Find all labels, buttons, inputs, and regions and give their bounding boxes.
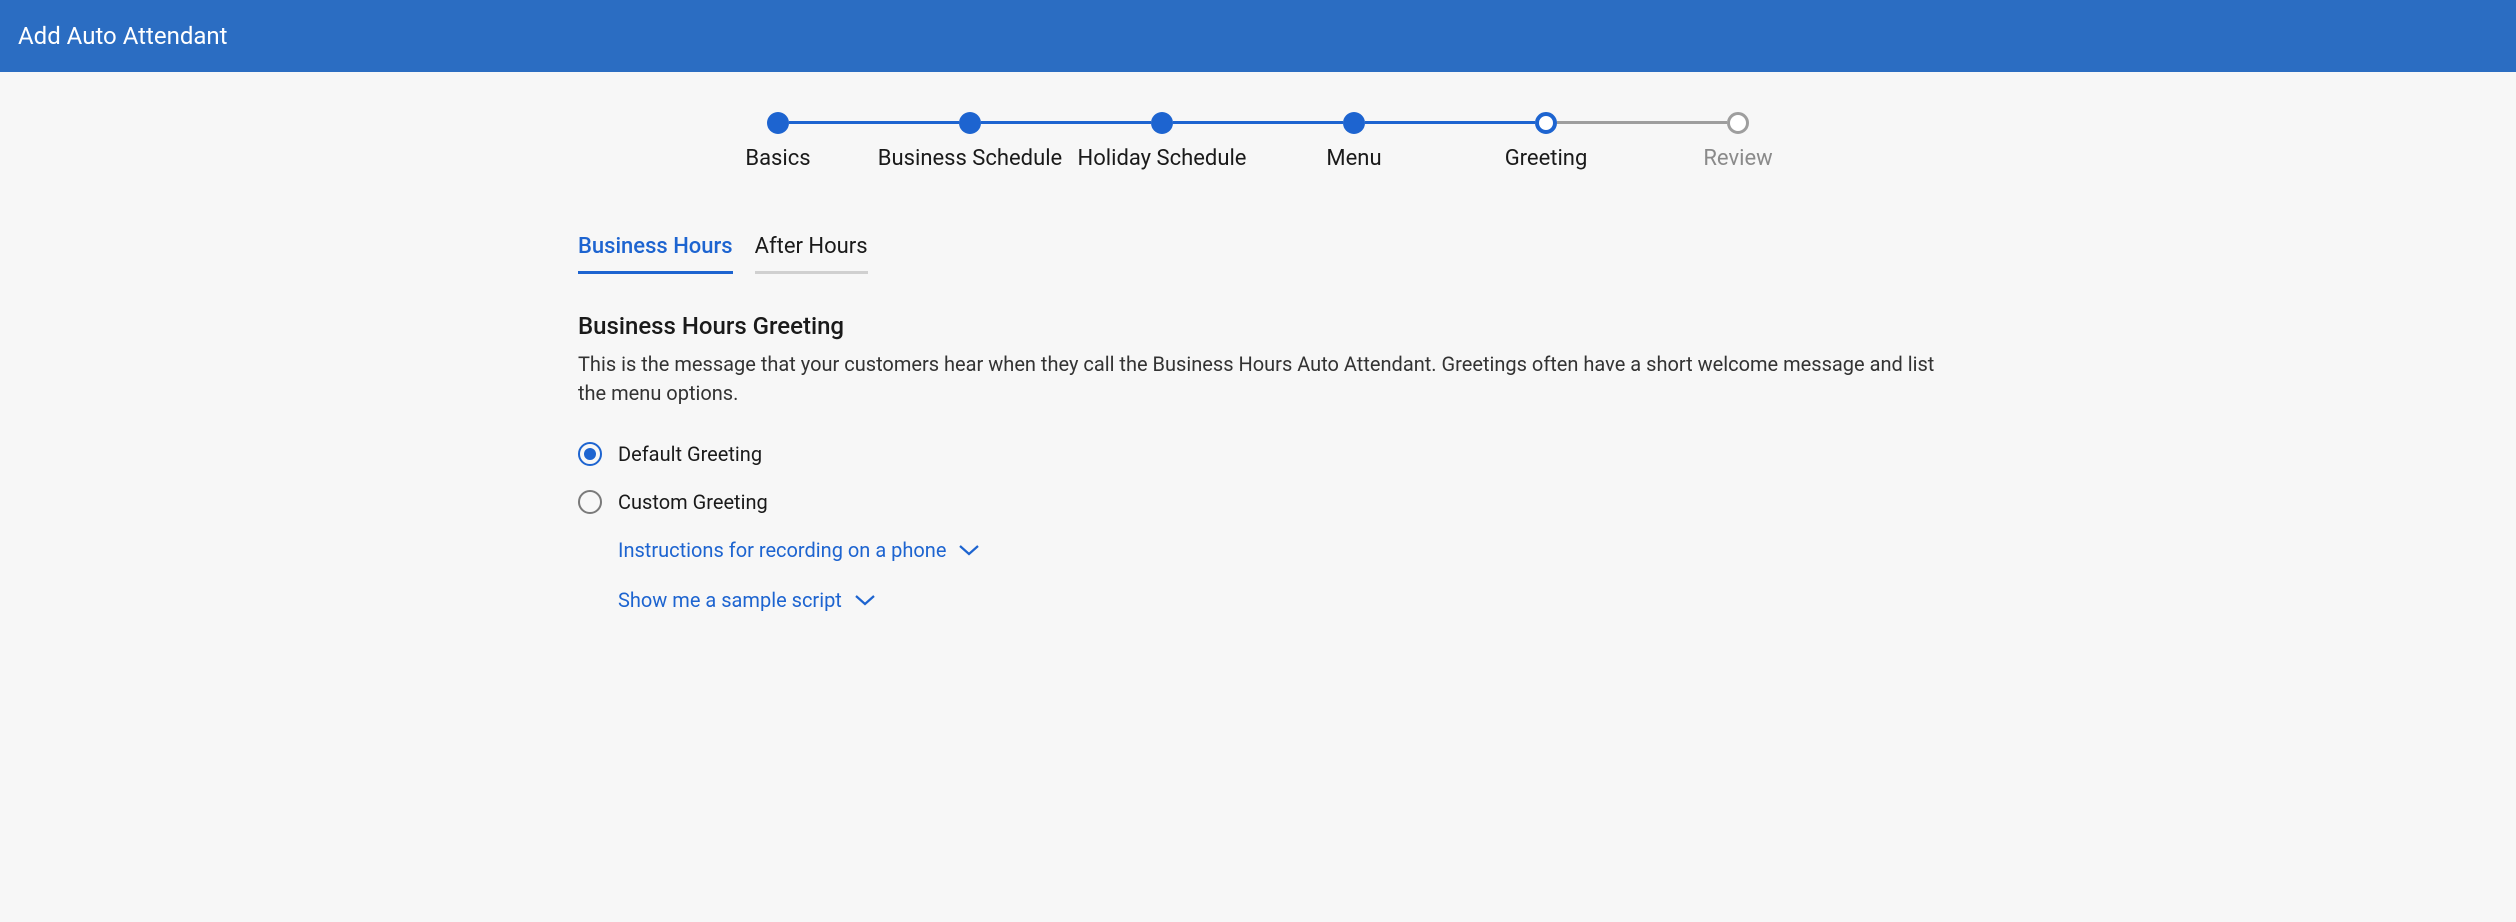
step-menu[interactable]: Menu: [1343, 112, 1365, 134]
radio-label: Custom Greeting: [618, 490, 768, 514]
link-label: Show me a sample script: [618, 588, 842, 612]
step-connector: [1365, 121, 1535, 124]
section-title: Business Hours Greeting: [578, 312, 1938, 340]
step-connector: [789, 121, 959, 124]
step-dot-icon: [767, 112, 789, 134]
step-connector: [1173, 121, 1343, 124]
link-recording-instructions[interactable]: Instructions for recording on a phone: [618, 538, 1938, 562]
greeting-tabs: Business Hours After Hours: [578, 234, 1938, 274]
page-title: Add Auto Attendant: [18, 22, 228, 50]
greeting-type-radio-group: Default Greeting Custom Greeting: [578, 442, 1938, 514]
tab-business-hours[interactable]: Business Hours: [578, 234, 733, 274]
link-sample-script[interactable]: Show me a sample script: [618, 588, 1938, 612]
step-label: Greeting: [1505, 146, 1588, 171]
tab-after-hours[interactable]: After Hours: [755, 234, 868, 274]
link-label: Instructions for recording on a phone: [618, 538, 946, 562]
main-content: Business Hours After Hours Business Hour…: [578, 184, 1938, 678]
wizard-stepper: Basics Business Schedule Holiday Schedul…: [0, 72, 2516, 184]
chevron-down-icon: [958, 543, 980, 557]
step-dot-icon: [1151, 112, 1173, 134]
radio-icon: [578, 442, 602, 466]
step-label: Business Schedule: [878, 146, 1062, 171]
radio-default-greeting[interactable]: Default Greeting: [578, 442, 1938, 466]
step-dot-icon: [1343, 112, 1365, 134]
step-dot-icon: [1727, 112, 1749, 134]
radio-icon: [578, 490, 602, 514]
tab-label: Business Hours: [578, 234, 733, 259]
section-description: This is the message that your customers …: [578, 350, 1938, 408]
step-label: Holiday Schedule: [1078, 146, 1247, 171]
step-label: Menu: [1326, 146, 1381, 171]
step-dot-icon: [1535, 112, 1557, 134]
step-connector: [1557, 121, 1727, 124]
step-business-schedule[interactable]: Business Schedule: [959, 112, 981, 134]
page-header: Add Auto Attendant: [0, 0, 2516, 72]
step-greeting[interactable]: Greeting: [1535, 112, 1557, 134]
step-dot-icon: [959, 112, 981, 134]
chevron-down-icon: [854, 593, 876, 607]
step-label: Basics: [745, 146, 810, 171]
step-basics[interactable]: Basics: [767, 112, 789, 134]
radio-label: Default Greeting: [618, 442, 762, 466]
step-connector: [981, 121, 1151, 124]
tab-label: After Hours: [755, 234, 868, 259]
step-holiday-schedule[interactable]: Holiday Schedule: [1151, 112, 1173, 134]
radio-custom-greeting[interactable]: Custom Greeting: [578, 490, 1938, 514]
step-label: Review: [1703, 146, 1772, 171]
step-review[interactable]: Review: [1727, 112, 1749, 134]
help-links: Instructions for recording on a phone Sh…: [578, 538, 1938, 612]
